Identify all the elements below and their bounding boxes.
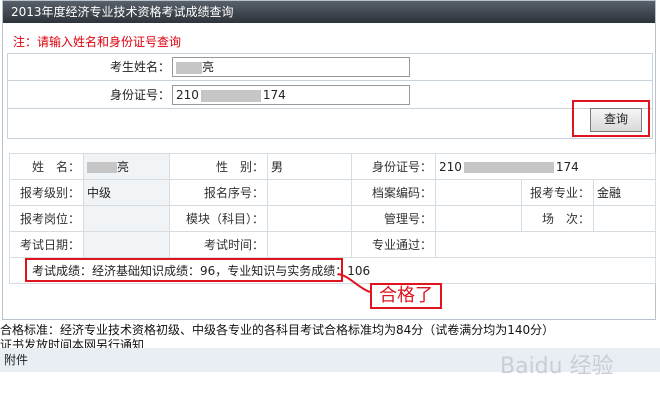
time-label: 考试时间： <box>169 231 268 258</box>
archive-value <box>435 179 522 206</box>
module-value <box>267 205 352 232</box>
id-label: 身份证号： <box>109 88 170 102</box>
session-value <box>593 205 656 232</box>
highlight-query-button <box>572 100 650 137</box>
pass-value <box>435 231 656 258</box>
passed-annotation: 合格了 <box>370 283 442 309</box>
table-row: 考试日期： 考试时间： 专业通过： <box>9 231 656 258</box>
id-value: 210 174 <box>435 153 656 180</box>
query-form: 考生姓名： 亮 身份证号： 210 174 <box>7 53 653 139</box>
gender-value: 男 <box>267 153 352 180</box>
date-label: 考试日期： <box>9 231 84 258</box>
redacted-block <box>176 61 202 74</box>
table-row: 姓 名： 亮 性 别： 男 身份证号： 210 174 <box>9 153 656 180</box>
name-input[interactable]: 亮 <box>172 57 410 77</box>
name-row: 考生姓名： 亮 <box>8 54 652 81</box>
table-row: 报考岗位： 模块（科目）： 管理号： 场 次： <box>9 205 656 232</box>
major-label: 报考专业： <box>521 179 594 206</box>
redacted-block <box>200 89 261 102</box>
module-label: 模块（科目）： <box>169 205 268 232</box>
session-label: 场 次： <box>521 205 594 232</box>
post-value <box>83 205 170 232</box>
pass-label: 专业通过： <box>351 231 436 258</box>
id-row: 身份证号： 210 174 <box>8 82 652 109</box>
date-value <box>83 231 170 258</box>
attachment-label: 附件 <box>4 353 29 367</box>
archive-label: 档案编码： <box>351 179 436 206</box>
notice-text: 注：请输入姓名和身份证号查询 <box>13 35 182 49</box>
table-row: 报考级别： 中级 报名序号： 档案编码： 报考专业： 金融 <box>9 179 656 206</box>
name-value: 亮 <box>83 153 170 180</box>
level-value: 中级 <box>83 179 170 206</box>
mgmt-label: 管理号： <box>351 205 436 232</box>
button-row <box>8 110 652 138</box>
name-label: 姓 名： <box>9 153 84 180</box>
watermark-logo: Baidu 经验 <box>500 354 614 379</box>
window-title: 2013年度经济专业技术资格考试成绩查询 <box>3 1 655 23</box>
seq-label: 报名序号： <box>169 179 268 206</box>
id-label: 身份证号： <box>351 153 436 180</box>
seq-value <box>267 179 352 206</box>
highlight-score <box>25 258 343 282</box>
mgmt-value <box>435 205 522 232</box>
id-input[interactable]: 210 174 <box>172 85 410 105</box>
time-value <box>267 231 352 258</box>
name-label: 考生姓名： <box>109 60 170 74</box>
level-label: 报考级别： <box>9 179 84 206</box>
major-value: 金融 <box>593 179 656 206</box>
gender-label: 性 别： <box>169 153 268 180</box>
post-label: 报考岗位： <box>9 205 84 232</box>
